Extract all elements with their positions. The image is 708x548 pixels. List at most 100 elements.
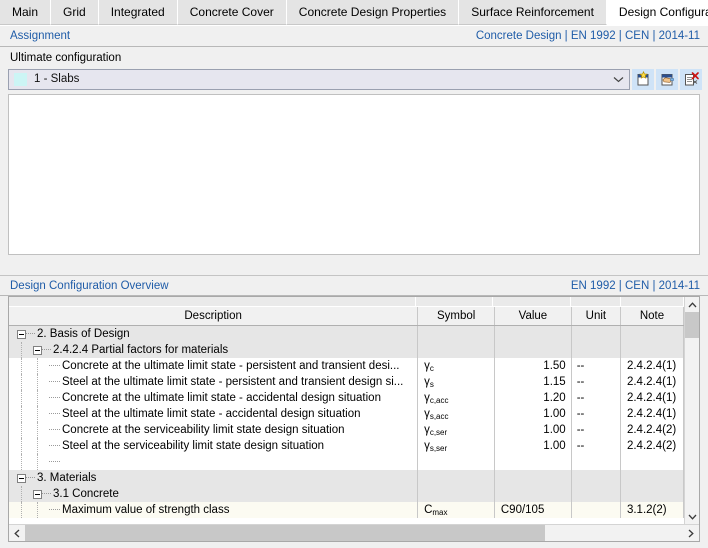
row-symbol-cell[interactable]: Cmax bbox=[418, 502, 495, 518]
horizontal-scrollbar-track[interactable] bbox=[545, 525, 683, 541]
tab-integrated[interactable]: Integrated bbox=[99, 0, 178, 25]
table-row[interactable]: 3.1 Concrete bbox=[9, 486, 684, 502]
row-unit-cell[interactable]: -- bbox=[572, 390, 621, 406]
chevron-left-icon[interactable] bbox=[9, 525, 25, 541]
row-unit-cell[interactable]: -- bbox=[572, 374, 621, 390]
row-note-cell[interactable]: 2.4.2.4(2) bbox=[621, 438, 684, 454]
row-description-cell[interactable]: Maximum value of strength class bbox=[9, 502, 418, 518]
row-description-cell[interactable]: 2. Basis of Design bbox=[9, 326, 418, 342]
row-symbol-cell[interactable]: γs,ser bbox=[418, 438, 495, 454]
column-resize-handle[interactable] bbox=[9, 297, 416, 306]
row-unit-cell[interactable] bbox=[572, 342, 621, 358]
row-symbol-cell[interactable]: γs,acc bbox=[418, 406, 495, 422]
row-value-cell[interactable] bbox=[495, 454, 572, 470]
row-unit-cell[interactable] bbox=[572, 486, 621, 502]
row-note-cell[interactable] bbox=[621, 342, 684, 358]
chevron-down-icon[interactable] bbox=[685, 509, 699, 524]
ultimate-configuration-combobox[interactable]: 1 - Slabs bbox=[8, 69, 630, 90]
row-value-cell[interactable] bbox=[495, 342, 572, 358]
row-value-cell[interactable]: 1.20 bbox=[495, 390, 572, 406]
row-value-cell[interactable] bbox=[495, 470, 572, 486]
table-row[interactable]: 3. Materials bbox=[9, 470, 684, 486]
new-configuration-button[interactable] bbox=[632, 69, 654, 90]
row-description-cell[interactable]: 3. Materials bbox=[9, 470, 418, 486]
column-resize-handle[interactable] bbox=[621, 297, 685, 306]
row-unit-cell[interactable] bbox=[572, 326, 621, 342]
vertical-scrollbar[interactable] bbox=[684, 297, 699, 524]
table-row[interactable]: 2. Basis of Design bbox=[9, 326, 684, 342]
row-unit-cell[interactable] bbox=[572, 470, 621, 486]
row-note-cell[interactable]: 2.4.2.4(2) bbox=[621, 422, 684, 438]
row-symbol-cell[interactable] bbox=[418, 486, 495, 502]
row-symbol-cell[interactable] bbox=[418, 454, 495, 470]
row-symbol-cell[interactable]: γc,acc bbox=[418, 390, 495, 406]
row-description-cell[interactable]: Steel at the ultimate limit state - pers… bbox=[9, 374, 418, 390]
row-note-cell[interactable] bbox=[621, 470, 684, 486]
tab-grid[interactable]: Grid bbox=[51, 0, 99, 25]
row-symbol-cell[interactable]: γc bbox=[418, 358, 495, 374]
row-symbol-cell[interactable]: γs bbox=[418, 374, 495, 390]
tree-collapse-toggle[interactable] bbox=[33, 490, 42, 499]
row-description-cell[interactable]: 3.1 Concrete bbox=[9, 486, 418, 502]
row-note-cell[interactable]: 2.4.2.4(1) bbox=[621, 390, 684, 406]
column-header-note[interactable]: Note bbox=[621, 307, 684, 325]
row-description-cell[interactable]: Concrete at the serviceability limit sta… bbox=[9, 422, 418, 438]
row-description-cell[interactable]: 2.4.2.4 Partial factors for materials bbox=[9, 342, 418, 358]
row-note-cell[interactable]: 2.4.2.4(1) bbox=[621, 374, 684, 390]
row-note-cell[interactable] bbox=[621, 454, 684, 470]
table-row[interactable]: Concrete at the serviceability limit sta… bbox=[9, 422, 684, 438]
row-description-cell[interactable]: Concrete at the ultimate limit state - p… bbox=[9, 358, 418, 374]
horizontal-scrollbar[interactable] bbox=[9, 524, 699, 541]
column-header-value[interactable]: Value bbox=[495, 307, 572, 325]
row-description-cell[interactable]: Concrete at the ultimate limit state - a… bbox=[9, 390, 418, 406]
table-row[interactable]: Maximum value of strength classCmaxC90/1… bbox=[9, 502, 684, 518]
tab-main[interactable]: Main bbox=[0, 0, 51, 25]
tree-collapse-toggle[interactable] bbox=[17, 474, 26, 483]
row-description-cell[interactable] bbox=[9, 454, 418, 470]
tab-concrete-cover[interactable]: Concrete Cover bbox=[178, 0, 287, 25]
row-value-cell[interactable]: 1.00 bbox=[495, 406, 572, 422]
row-note-cell[interactable]: 3.1.2(2) bbox=[621, 502, 684, 518]
column-header-symbol[interactable]: Symbol bbox=[418, 307, 495, 325]
delete-configuration-button[interactable] bbox=[680, 69, 702, 90]
row-unit-cell[interactable] bbox=[572, 454, 621, 470]
tab-concrete-design-properties[interactable]: Concrete Design Properties bbox=[287, 0, 459, 25]
table-row[interactable]: Concrete at the ultimate limit state - p… bbox=[9, 358, 684, 374]
row-note-cell[interactable]: 2.4.2.4(1) bbox=[621, 358, 684, 374]
horizontal-scrollbar-thumb[interactable] bbox=[25, 525, 545, 541]
column-header-description[interactable]: Description bbox=[9, 307, 418, 325]
column-header-unit[interactable]: Unit bbox=[572, 307, 621, 325]
table-row[interactable]: Concrete at the ultimate limit state - a… bbox=[9, 390, 684, 406]
row-unit-cell[interactable]: -- bbox=[572, 422, 621, 438]
row-description-cell[interactable]: Steel at the serviceability limit state … bbox=[9, 438, 418, 454]
row-unit-cell[interactable]: -- bbox=[572, 438, 621, 454]
row-symbol-cell[interactable] bbox=[418, 342, 495, 358]
chevron-right-icon[interactable] bbox=[683, 525, 699, 541]
table-row[interactable]: Steel at the serviceability limit state … bbox=[9, 438, 684, 454]
row-value-cell[interactable]: 1.15 bbox=[495, 374, 572, 390]
chevron-down-icon[interactable] bbox=[609, 70, 627, 89]
row-value-cell[interactable]: 1.50 bbox=[495, 358, 572, 374]
tab-design-configurations[interactable]: Design Configurations bbox=[607, 0, 708, 25]
vertical-scrollbar-thumb[interactable] bbox=[685, 312, 699, 338]
row-value-cell[interactable]: 1.00 bbox=[495, 438, 572, 454]
row-value-cell[interactable]: C90/105 bbox=[495, 502, 572, 518]
row-note-cell[interactable] bbox=[621, 326, 684, 342]
column-resize-handle[interactable] bbox=[493, 297, 570, 306]
tab-surface-reinforcement[interactable]: Surface Reinforcement bbox=[459, 0, 607, 25]
tree-collapse-toggle[interactable] bbox=[17, 330, 26, 339]
row-value-cell[interactable] bbox=[495, 326, 572, 342]
table-row[interactable]: 2.4.2.4 Partial factors for materials bbox=[9, 342, 684, 358]
row-note-cell[interactable]: 2.4.2.4(1) bbox=[621, 406, 684, 422]
row-value-cell[interactable] bbox=[495, 486, 572, 502]
row-unit-cell[interactable] bbox=[572, 502, 621, 518]
column-resize-handle[interactable] bbox=[416, 297, 493, 306]
chevron-up-icon[interactable] bbox=[685, 297, 699, 312]
duplicate-configuration-button[interactable] bbox=[656, 69, 678, 90]
row-description-cell[interactable]: Steel at the ultimate limit state - acci… bbox=[9, 406, 418, 422]
row-unit-cell[interactable]: -- bbox=[572, 358, 621, 374]
table-row[interactable]: Steel at the ultimate limit state - acci… bbox=[9, 406, 684, 422]
row-value-cell[interactable]: 1.00 bbox=[495, 422, 572, 438]
row-symbol-cell[interactable] bbox=[418, 326, 495, 342]
row-unit-cell[interactable]: -- bbox=[572, 406, 621, 422]
